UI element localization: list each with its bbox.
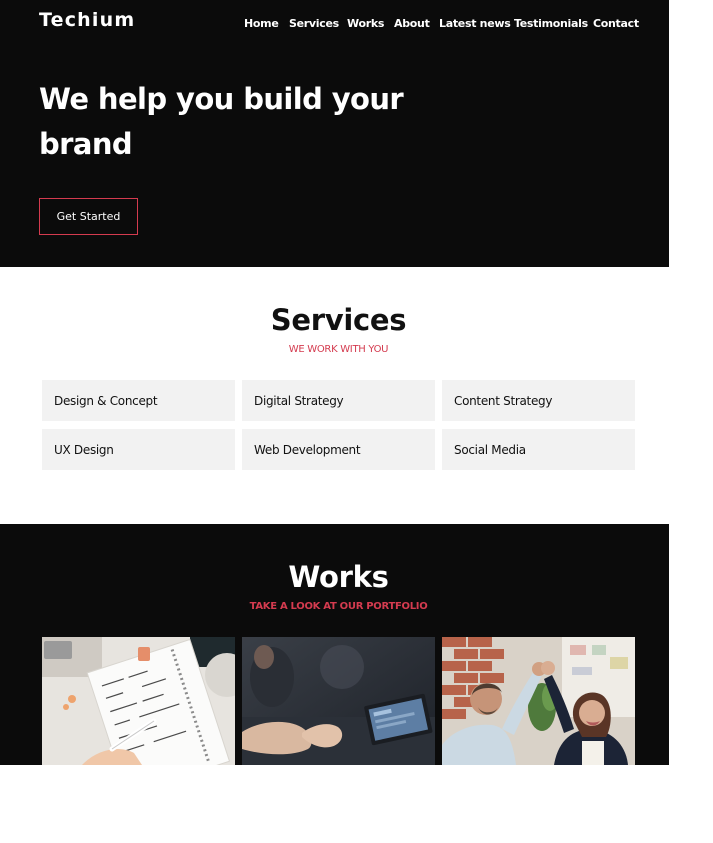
main-nav: Home Services Works About Latest news Te… — [244, 17, 639, 30]
portfolio-thumb-meeting[interactable] — [242, 637, 435, 765]
hero-title: We help you build your brand — [39, 82, 404, 161]
service-card-design-concept[interactable]: Design & Concept — [42, 380, 235, 421]
nav-item-latest-news[interactable]: Latest news — [439, 17, 514, 30]
nav-item-about[interactable]: About — [394, 17, 439, 30]
service-card-social-media[interactable]: Social Media — [442, 429, 635, 470]
get-started-button[interactable]: Get Started — [39, 198, 138, 235]
brand-logo[interactable]: Techium — [39, 9, 135, 31]
nav-item-services[interactable]: Services — [289, 17, 347, 30]
notebook-planning-photo — [42, 637, 235, 765]
nav-item-contact[interactable]: Contact — [593, 17, 639, 30]
service-card-ux-design[interactable]: UX Design — [42, 429, 235, 470]
service-card-content-strategy[interactable]: Content Strategy — [442, 380, 635, 421]
service-card-label: Digital Strategy — [254, 393, 344, 408]
nav-item-works[interactable]: Works — [347, 17, 394, 30]
service-card-label: Web Development — [254, 442, 361, 457]
service-card-label: UX Design — [54, 442, 114, 457]
services-grid: Design & Concept Digital Strategy Conten… — [42, 380, 635, 470]
service-card-web-development[interactable]: Web Development — [242, 429, 435, 470]
works-title: Works — [288, 560, 389, 594]
high-five-team-photo — [442, 637, 635, 765]
portfolio-thumb-notebook[interactable] — [42, 637, 235, 765]
works-section: Works TAKE A LOOK AT OUR PORTFOLIO — [0, 524, 669, 765]
service-card-digital-strategy[interactable]: Digital Strategy — [242, 380, 435, 421]
services-title: Services — [270, 303, 407, 337]
service-card-label: Social Media — [454, 442, 526, 457]
portfolio-thumb-high-five[interactable] — [442, 637, 635, 765]
services-section: Services WE WORK WITH YOU Design & Conce… — [0, 267, 669, 524]
services-subtitle: WE WORK WITH YOU — [288, 344, 389, 355]
nav-item-testimonials[interactable]: Testimonials — [514, 17, 593, 30]
nav-item-home[interactable]: Home — [244, 17, 289, 30]
meeting-laptop-photo — [242, 637, 435, 765]
service-card-label: Design & Concept — [54, 393, 158, 408]
service-card-label: Content Strategy — [454, 393, 553, 408]
hero-section: Techium Home Services Works About Latest… — [0, 0, 669, 267]
works-subtitle: TAKE A LOOK AT OUR PORTFOLIO — [249, 601, 428, 612]
